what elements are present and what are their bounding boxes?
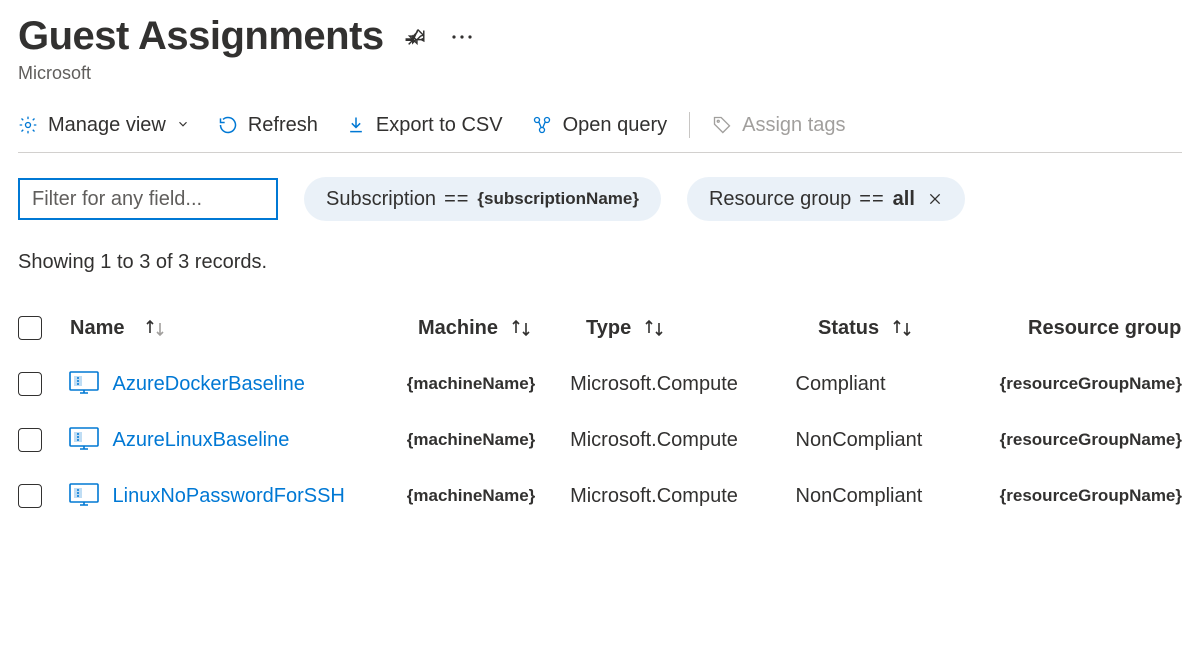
table-row: AzureLinuxBaseline {machineName} Microso…: [18, 412, 1182, 468]
export-csv-button[interactable]: Export to CSV: [346, 114, 503, 137]
assignment-name-link[interactable]: LinuxNoPasswordForSSH: [113, 485, 345, 508]
page-title: Guest Assignments: [18, 14, 384, 59]
cell-resource-group: {resourceGroupName}: [1000, 486, 1182, 506]
refresh-button[interactable]: Refresh: [218, 114, 318, 137]
page-subtitle: Microsoft: [18, 63, 1182, 84]
toolbar-separator: [689, 112, 690, 138]
assignment-name-link[interactable]: AzureLinuxBaseline: [113, 429, 290, 452]
pill-rg-eq: ==: [859, 188, 884, 211]
column-header-status[interactable]: Status: [818, 317, 1028, 340]
cell-resource-group: {resourceGroupName}: [1000, 430, 1182, 450]
open-query-label: Open query: [563, 114, 668, 137]
refresh-label: Refresh: [248, 114, 318, 137]
download-icon: [346, 115, 366, 135]
query-icon: [531, 115, 553, 135]
table-row: LinuxNoPasswordForSSH {machineName} Micr…: [18, 468, 1182, 524]
row-checkbox[interactable]: [18, 428, 42, 452]
cell-type: Microsoft.Compute: [570, 429, 795, 452]
gear-icon: [18, 115, 38, 135]
refresh-icon: [218, 115, 238, 135]
table-header-row: Name Machine Type Status Resource group: [18, 300, 1182, 356]
more-icon[interactable]: [448, 23, 476, 51]
cell-machine: {machineName}: [407, 374, 570, 394]
assignments-table: Name Machine Type Status Resource group: [18, 300, 1182, 524]
pill-subscription-label: Subscription: [326, 188, 436, 211]
row-checkbox[interactable]: [18, 484, 42, 508]
sort-icon: [144, 319, 168, 337]
select-all-checkbox[interactable]: [18, 316, 42, 340]
cell-type: Microsoft.Compute: [570, 373, 795, 396]
pill-rg-value: all: [893, 188, 915, 211]
column-header-machine-label: Machine: [418, 317, 498, 339]
pill-subscription-eq: ==: [444, 188, 469, 211]
column-header-type-label: Type: [586, 317, 631, 339]
column-header-rg-label: Resource group: [1028, 317, 1181, 339]
assign-tags-button: Assign tags: [712, 114, 845, 137]
command-bar: Manage view Refresh Export to CSV: [18, 112, 1182, 153]
open-query-button[interactable]: Open query: [531, 114, 668, 137]
manage-view-button[interactable]: Manage view: [18, 114, 190, 137]
column-header-machine[interactable]: Machine: [418, 317, 586, 340]
vm-icon: [69, 483, 99, 509]
records-count: Showing 1 to 3 of 3 records.: [18, 251, 1182, 274]
vm-icon: [69, 427, 99, 453]
cell-status: NonCompliant: [796, 485, 1000, 508]
column-header-name-label: Name: [70, 317, 124, 340]
tag-icon: [712, 115, 732, 135]
column-header-name[interactable]: Name: [70, 317, 418, 340]
assignment-name-link[interactable]: AzureDockerBaseline: [113, 373, 305, 396]
pill-rg-label: Resource group: [709, 188, 851, 211]
vm-icon: [69, 371, 99, 397]
cell-type: Microsoft.Compute: [570, 485, 795, 508]
cell-machine: {machineName}: [407, 430, 570, 450]
sort-icon: [643, 319, 667, 337]
cell-status: NonCompliant: [796, 429, 1000, 452]
table-row: AzureDockerBaseline {machineName} Micros…: [18, 356, 1182, 412]
sort-icon: [510, 319, 534, 337]
sort-icon: [891, 319, 915, 337]
assign-tags-label: Assign tags: [742, 114, 845, 137]
export-csv-label: Export to CSV: [376, 114, 503, 137]
cell-status: Compliant: [796, 373, 1000, 396]
row-checkbox[interactable]: [18, 372, 42, 396]
filter-pill-resource-group[interactable]: Resource group == all: [687, 177, 965, 221]
column-header-status-label: Status: [818, 317, 879, 339]
column-header-resource-group[interactable]: Resource group: [1028, 317, 1182, 340]
column-header-type[interactable]: Type: [586, 317, 818, 340]
manage-view-label: Manage view: [48, 114, 166, 137]
cell-resource-group: {resourceGroupName}: [1000, 374, 1182, 394]
filter-pill-subscription[interactable]: Subscription == {subscriptionName}: [304, 177, 661, 221]
pill-subscription-value: {subscriptionName}: [477, 189, 639, 209]
chevron-down-icon: [176, 114, 190, 137]
filter-input[interactable]: [18, 178, 278, 220]
close-icon[interactable]: [927, 191, 943, 207]
filter-bar: Subscription == {subscriptionName} Resou…: [18, 177, 1182, 221]
cell-machine: {machineName}: [407, 486, 570, 506]
pin-icon[interactable]: [402, 23, 430, 51]
